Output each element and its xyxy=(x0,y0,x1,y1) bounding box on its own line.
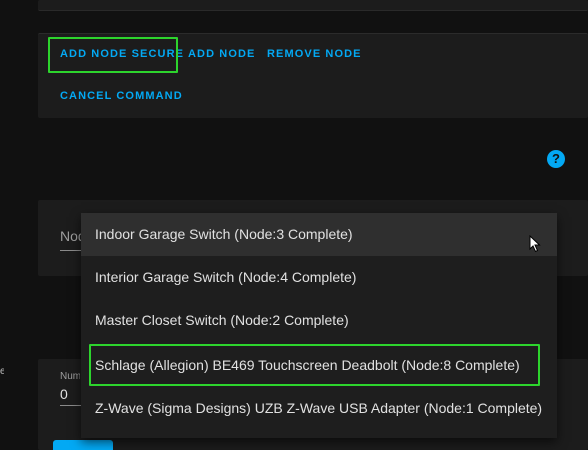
add-node-button[interactable]: ADD NODE xyxy=(188,48,255,60)
config-number-label: Number xyxy=(60,371,80,382)
add-node-secure-highlight xyxy=(48,37,178,73)
dropdown-item-master-closet-switch[interactable]: Master Closet Switch (Node:2 Complete) xyxy=(81,299,557,342)
cancel-command-button[interactable]: CANCEL COMMAND xyxy=(60,90,183,102)
dropdown-item-zwave-usb-adapter[interactable]: Z-Wave (Sigma Designs) UZB Z-Wave USB Ad… xyxy=(81,387,557,430)
config-number-underline xyxy=(60,405,82,406)
set-config-button[interactable] xyxy=(53,440,113,450)
top-card xyxy=(38,0,588,11)
help-icon[interactable]: ? xyxy=(547,150,565,168)
mouse-cursor-icon xyxy=(529,235,541,253)
sidebar-clipped-text: e xyxy=(0,366,4,377)
remove-node-button[interactable]: REMOVE NODE xyxy=(267,48,362,60)
dropdown-item-interior-garage-switch[interactable]: Interior Garage Switch (Node:4 Complete) xyxy=(81,256,557,299)
schlage-item-highlight xyxy=(89,344,540,386)
node-dropdown-list: Indoor Garage Switch (Node:3 Complete) I… xyxy=(81,213,557,438)
dropdown-item-indoor-garage-switch[interactable]: Indoor Garage Switch (Node:3 Complete) xyxy=(81,213,557,256)
config-number-input[interactable]: 0 xyxy=(60,386,80,402)
